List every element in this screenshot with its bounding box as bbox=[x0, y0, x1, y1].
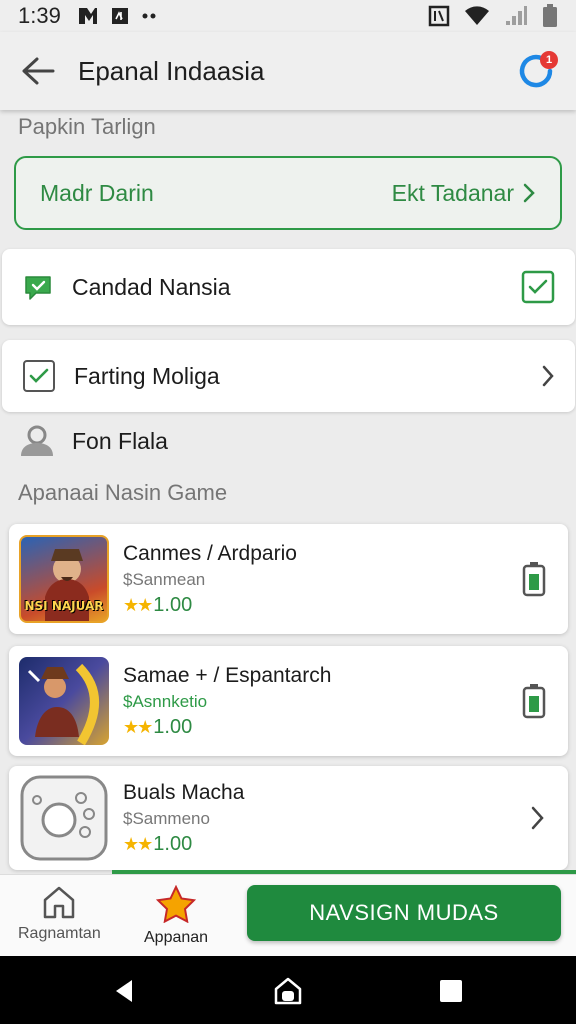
list-item[interactable]: Farting Moliga bbox=[2, 340, 575, 412]
section-label: Papkin Tarlign bbox=[18, 114, 156, 139]
signal-icon bbox=[506, 6, 527, 25]
game-card[interactable]: Samae + / Espantarch $Asnnketio ★★ 1.00 bbox=[9, 646, 568, 756]
selector-right-text: Ekt Tadanar bbox=[391, 179, 514, 206]
game-subtitle: $Asnnketio bbox=[123, 691, 208, 711]
system-nav-bar bbox=[0, 956, 576, 1024]
list-item-label: Candad Nansia bbox=[72, 273, 231, 300]
nav-label: Ragnamtan bbox=[18, 925, 101, 942]
selector-right: Ekt Tadanar bbox=[392, 180, 536, 207]
app-bar: Epanal Indaasia 1 bbox=[0, 32, 576, 110]
home-nav-icon[interactable] bbox=[273, 976, 303, 1006]
star-icon: ★★ bbox=[123, 833, 153, 854]
star-icon: ★★ bbox=[123, 716, 153, 737]
game-thumbnail bbox=[19, 657, 109, 745]
game-rating: ★★ 1.00 bbox=[123, 715, 193, 738]
status-time: 1:39 bbox=[18, 3, 61, 28]
recents-nav-icon[interactable] bbox=[436, 976, 466, 1006]
section-label: Apanaai Nasin Game bbox=[18, 480, 228, 505]
green-selector[interactable]: Madr Darin Ekt Tadanar bbox=[14, 156, 562, 230]
notification-button[interactable]: 1 bbox=[514, 49, 558, 93]
checkbox-checked-icon[interactable] bbox=[521, 270, 555, 304]
primary-action-button[interactable]: NAVSIGN MUDAS bbox=[247, 885, 561, 941]
notification-badge: 1 bbox=[540, 51, 558, 69]
selector-left-text: Madr Darin bbox=[40, 179, 154, 206]
game-card[interactable]: NSI NAJUAR Canmes / Ardpario $Sanmean ★★… bbox=[9, 524, 568, 634]
game-card[interactable]: Buals Macha $Sammeno ★★ 1.00 bbox=[9, 766, 568, 870]
nav-item-appanan[interactable]: Appanan bbox=[144, 885, 208, 947]
chat-bubble-icon bbox=[25, 276, 51, 300]
star-icon bbox=[156, 885, 197, 923]
nav-label: Appanan bbox=[144, 929, 209, 946]
chevron-right-icon bbox=[531, 806, 544, 830]
list-item-label: Farting Moliga bbox=[74, 362, 220, 389]
sim-icon bbox=[428, 5, 450, 27]
game-thumbnail bbox=[19, 774, 109, 862]
home-icon bbox=[44, 886, 75, 919]
more-dots-icon bbox=[142, 13, 156, 19]
page-title: Epanal Indaasia bbox=[78, 55, 265, 86]
notification-icon-2 bbox=[111, 8, 128, 24]
nav-item-home[interactable]: Ragnamtan bbox=[18, 885, 101, 943]
back-button[interactable] bbox=[18, 51, 58, 91]
person-row-label: Fon Flala bbox=[72, 427, 168, 454]
game-rating: ★★ 1.00 bbox=[123, 832, 193, 855]
status-bar: 1:39 bbox=[0, 0, 576, 32]
notification-icon-1 bbox=[78, 8, 97, 24]
person-icon bbox=[21, 425, 53, 456]
battery-icon bbox=[543, 4, 557, 27]
back-nav-icon[interactable] bbox=[110, 976, 140, 1006]
game-title: Samae + / Espantarch bbox=[123, 663, 332, 687]
game-thumbnail: NSI NAJUAR bbox=[19, 535, 109, 623]
game-subtitle: $Sanmean bbox=[123, 569, 206, 589]
checkbox-checked-icon[interactable] bbox=[22, 359, 56, 393]
back-arrow-icon bbox=[22, 57, 55, 85]
battery-icon bbox=[522, 684, 546, 719]
wifi-icon bbox=[465, 6, 489, 25]
battery-icon bbox=[522, 562, 546, 597]
person-row[interactable]: Fon Flala bbox=[18, 424, 168, 458]
game-subtitle: $Sammeno bbox=[123, 808, 210, 828]
chevron-right-icon bbox=[542, 365, 554, 387]
list-item[interactable]: Candad Nansia bbox=[2, 249, 575, 325]
chevron-right-icon bbox=[523, 183, 535, 203]
game-title: Canmes / Ardpario bbox=[123, 541, 297, 565]
game-title: Buals Macha bbox=[123, 780, 245, 804]
game-rating: ★★ 1.00 bbox=[123, 593, 193, 616]
star-icon: ★★ bbox=[123, 594, 153, 615]
game-thumbnail-text: NSI NAJUAR bbox=[24, 599, 104, 613]
